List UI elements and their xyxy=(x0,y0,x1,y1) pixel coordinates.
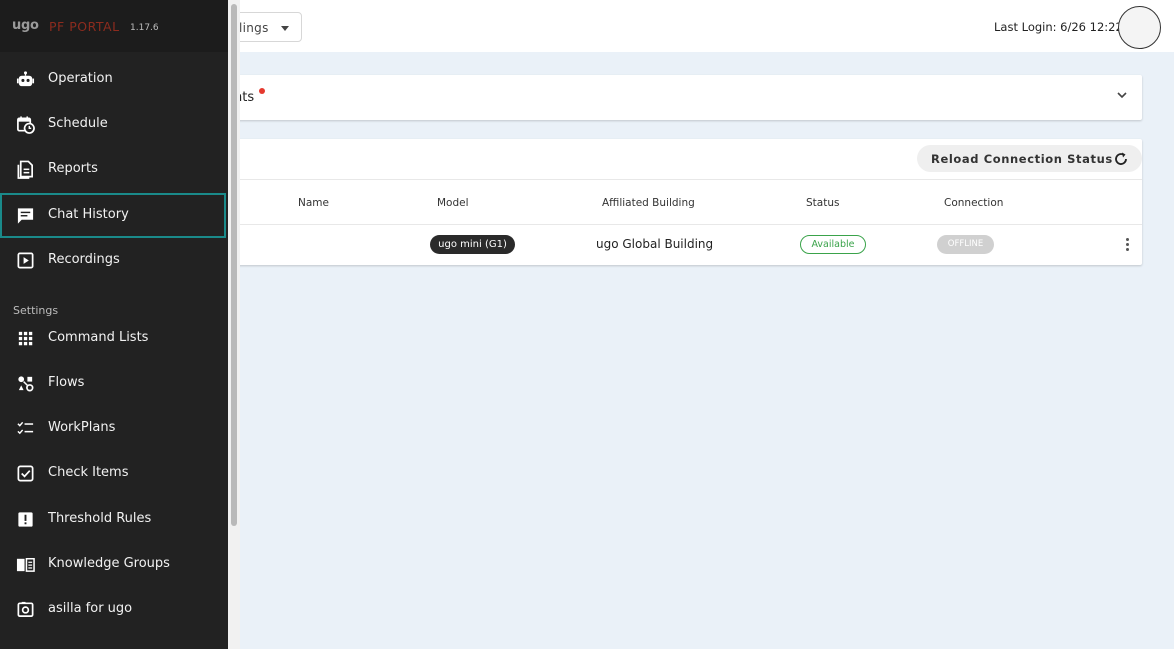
chevron-down-icon[interactable] xyxy=(1114,87,1130,103)
column-header-status[interactable]: Status xyxy=(806,197,839,209)
sidebar-item-label: Knowledge Groups xyxy=(48,556,170,571)
notice-panel[interactable]: nts xyxy=(180,75,1142,120)
more-options-icon[interactable] xyxy=(1120,236,1134,254)
sidebar-scrollbar-thumb[interactable] xyxy=(231,4,237,526)
calendar-clock-icon xyxy=(17,116,35,134)
reload-connection-button[interactable]: Reload Connection Status xyxy=(917,145,1142,172)
notification-dot xyxy=(259,88,265,94)
sidebar-item-label: asilla for ugo xyxy=(48,601,133,616)
sidebar-item-reports[interactable]: Reports xyxy=(0,147,226,192)
connection-badge: OFFLINE xyxy=(937,235,994,254)
checklist-icon xyxy=(17,421,34,435)
sidebar-item-threshold-rules[interactable]: Threshold Rules xyxy=(0,497,226,542)
alert-box-icon xyxy=(18,512,33,527)
reload-label: Reload Connection Status xyxy=(931,152,1113,166)
sidebar-item-check-items[interactable]: Check Items xyxy=(0,451,226,496)
sidebar-item-label: Threshold Rules xyxy=(48,511,152,526)
sidebar-item-asilla[interactable]: asilla for ugo xyxy=(0,587,226,632)
building-select-value: lings xyxy=(239,21,269,35)
last-login: Last Login: 6/26 12:22 xyxy=(994,20,1123,34)
sidebar-item-label: Reports xyxy=(48,161,98,176)
flow-icon xyxy=(18,376,34,392)
play-box-icon xyxy=(17,252,34,269)
column-header-model[interactable]: Model xyxy=(437,197,469,209)
portal-name: PF PORTAL xyxy=(49,19,120,34)
sidebar-item-operation[interactable]: Operation xyxy=(0,57,226,102)
caret-down-icon xyxy=(281,26,289,31)
column-header-name[interactable]: Name xyxy=(298,197,329,209)
grid-icon xyxy=(18,331,33,346)
sidebar-item-recordings[interactable]: Recordings xyxy=(0,238,226,283)
ugo-logo: ugo xyxy=(12,18,39,33)
sidebar-item-schedule[interactable]: Schedule xyxy=(0,102,226,147)
column-header-connection[interactable]: Connection xyxy=(944,197,1003,209)
sidebar: ugo PF PORTAL 1.17.6 Operation Schedule … xyxy=(0,0,228,649)
sidebar-item-workplans[interactable]: WorkPlans xyxy=(0,406,226,451)
sidebar-item-label: Recordings xyxy=(48,252,120,267)
sidebar-item-label: Check Items xyxy=(48,465,129,480)
robot-icon xyxy=(16,71,35,87)
avatar[interactable] xyxy=(1118,6,1161,49)
book-icon xyxy=(16,558,35,572)
sidebar-item-label: Schedule xyxy=(48,116,108,131)
column-header-building[interactable]: Affiliated Building xyxy=(602,197,695,209)
sidebar-item-label: Command Lists xyxy=(48,330,149,345)
chat-icon xyxy=(17,208,34,224)
sidebar-item-command-lists[interactable]: Command Lists xyxy=(0,316,226,361)
camera-icon xyxy=(17,601,34,618)
sidebar-item-label: Chat History xyxy=(48,207,129,222)
table-row[interactable]: ugo mini (G1) ugo Global Building Availa… xyxy=(180,225,1142,265)
sidebar-header: ugo PF PORTAL 1.17.6 xyxy=(0,0,228,52)
model-chip: ugo mini (G1) xyxy=(430,235,515,254)
sidebar-item-label: Operation xyxy=(48,71,113,86)
check-box-icon xyxy=(17,465,34,482)
app-version: 1.17.6 xyxy=(130,23,159,33)
sidebar-item-label: WorkPlans xyxy=(48,420,116,435)
table-header: Name Model Affiliated Building Status Co… xyxy=(180,179,1142,225)
building-cell: ugo Global Building xyxy=(596,237,714,251)
sidebar-item-chat-history[interactable]: Chat History xyxy=(0,193,226,238)
robots-table-card: Reload Connection Status Name Model Affi… xyxy=(180,139,1142,265)
status-badge: Available xyxy=(800,235,866,254)
sidebar-item-flows[interactable]: Flows xyxy=(0,361,226,406)
report-icon xyxy=(17,160,34,179)
sidebar-item-label: Flows xyxy=(48,375,85,390)
sidebar-item-knowledge-groups[interactable]: Knowledge Groups xyxy=(0,542,226,587)
refresh-icon xyxy=(1115,152,1127,165)
